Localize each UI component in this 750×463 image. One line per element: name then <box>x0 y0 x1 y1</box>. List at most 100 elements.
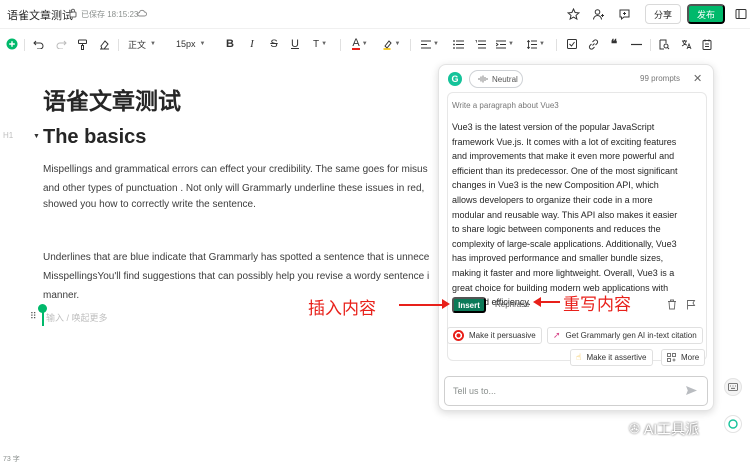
line-height-icon[interactable]: ▼ <box>525 36 547 52</box>
link-icon[interactable] <box>586 36 600 52</box>
sidebar-toggle-icon[interactable] <box>733 6 749 22</box>
paragraph-style-select[interactable]: 正文 ▼ <box>128 36 164 52</box>
make-assertive-chip[interactable]: ☝ Make it assertive <box>570 349 653 366</box>
drag-handle-icon[interactable]: ⠿ <box>30 311 37 322</box>
answer-line: has improved performance and smaller bun… <box>452 253 664 264</box>
indent-icon[interactable]: ▼ <box>494 36 516 52</box>
publish-button[interactable]: 发布 <box>687 4 725 24</box>
more-chip[interactable]: More <box>661 349 706 366</box>
prompt-input-box <box>444 376 708 406</box>
ordered-list-icon[interactable] <box>473 36 487 52</box>
chip-label: Get Grammarly gen AI in-text citation <box>565 331 697 340</box>
translate-icon[interactable] <box>679 36 693 52</box>
pointing-hand-icon: ☝ <box>576 352 582 362</box>
wechat-icon: ✇ <box>629 421 640 436</box>
keyboard-shortcut-icon[interactable] <box>724 378 742 396</box>
search-replace-icon[interactable] <box>657 36 671 52</box>
italic-icon[interactable]: I <box>245 36 259 52</box>
send-icon[interactable] <box>685 384 698 397</box>
toolbar-divider <box>556 39 557 51</box>
make-persuasive-chip[interactable]: Make it persuasive <box>447 327 542 344</box>
prompt-text: Write a paragraph about Vue3 <box>452 101 559 110</box>
document-settings-icon[interactable] <box>700 36 714 52</box>
answer-line: efficient than its predecessor. One of t… <box>452 165 678 176</box>
chip-label: More <box>681 353 700 362</box>
grammarly-float-icon[interactable] <box>724 415 742 433</box>
word-count: 73 字 <box>3 456 20 463</box>
answer-line: and improvements that make it even more … <box>452 151 675 162</box>
paragraph-1-line-3[interactable]: showed you how to correctly write the se… <box>43 195 256 215</box>
share-button[interactable]: 分享 <box>645 4 681 24</box>
clear-format-icon[interactable] <box>97 36 111 52</box>
answer-line: changes in Vue3 is the new Composition A… <box>452 180 659 191</box>
font-size-value: 15px <box>176 39 196 49</box>
format-painter-icon[interactable] <box>75 36 89 52</box>
answer-line: complexity of large-scale applications. … <box>452 238 677 249</box>
paragraph-2-line-2[interactable]: MisspellingsYou'll find suggestions that… <box>43 267 429 287</box>
prompts-remaining: 99 prompts <box>640 74 681 83</box>
insert-button[interactable]: Insert <box>452 297 486 313</box>
paragraph-2-line-1[interactable]: Underlines that are blue indicate that G… <box>43 248 429 268</box>
rephrase-arrow <box>540 301 560 303</box>
answer-line: modular and reusable way. This API also … <box>452 209 678 220</box>
soundwave-icon <box>478 75 488 83</box>
redo-icon[interactable] <box>54 36 68 52</box>
answer-line: to share logic between components and re… <box>452 224 661 235</box>
star-icon[interactable] <box>565 6 581 22</box>
rocket-icon: ➚ <box>553 330 561 340</box>
font-color-icon[interactable]: A ▼ <box>349 36 371 52</box>
chevron-down-icon: ▼ <box>199 41 206 47</box>
chip-label: Make it persuasive <box>469 331 536 340</box>
empty-block-placeholder[interactable]: 输入 / 唤起更多 <box>46 311 108 324</box>
strikethrough-icon[interactable]: S <box>267 36 281 52</box>
underline-icon[interactable]: U <box>288 36 302 52</box>
formatting-toolbar: 正文 ▼ 15px ▼ B I S U T ▼ A ▼ ▼ ▼ ▼ ▼ ❝ <box>0 33 750 55</box>
document-heading[interactable]: 语雀文章测试 <box>43 82 181 116</box>
tone-selector[interactable]: Neutral <box>469 70 523 88</box>
answer-line: making it faster and more lightweight. O… <box>452 267 675 278</box>
quote-icon[interactable]: ❝ <box>607 36 621 52</box>
divider-line-icon[interactable] <box>629 36 643 52</box>
watermark-text: AI工具派 <box>643 421 700 437</box>
bold-icon[interactable]: B <box>223 36 237 52</box>
close-icon[interactable]: ✕ <box>693 72 702 85</box>
bullet-list-icon[interactable] <box>451 36 465 52</box>
answer-line: allows developers to organize their code… <box>452 194 653 205</box>
grammarly-assistant-panel: G Neutral 99 prompts ✕ Write a paragraph… <box>438 64 714 411</box>
undo-icon[interactable] <box>31 36 45 52</box>
paragraph-1-line-1[interactable]: Mispellings and grammatical errors can e… <box>43 160 428 180</box>
rephrase-button[interactable]: Rephrase <box>495 300 530 309</box>
paragraph-2-line-3[interactable]: manner. <box>43 286 79 306</box>
add-collaborator-icon[interactable] <box>590 6 606 22</box>
rephrase-annotation: 重写内容 <box>563 295 631 315</box>
chevron-down-icon: ▼ <box>150 41 156 47</box>
toolbar-divider <box>340 39 341 51</box>
grammarly-logo-icon: G <box>448 72 462 86</box>
citation-chip[interactable]: ➚ Get Grammarly gen AI in-text citation <box>547 327 703 344</box>
flag-icon[interactable] <box>686 299 696 310</box>
align-icon[interactable]: ▼ <box>419 36 441 52</box>
more-text-format-icon[interactable]: T ▼ <box>310 36 330 52</box>
save-status: 已保存 18:15:23 <box>81 10 139 19</box>
comment-icon[interactable] <box>616 6 632 22</box>
document-title[interactable]: 语雀文章测试 <box>7 7 73 23</box>
section-heading[interactable]: The basics <box>43 126 146 149</box>
highlight-color-icon[interactable]: ▼ <box>380 36 402 52</box>
collapse-heading-icon[interactable]: ▼ <box>33 133 40 140</box>
prompt-input[interactable] <box>453 384 673 398</box>
watermark: ✇ AI工具派 <box>629 419 699 439</box>
toolbar-divider <box>650 39 651 51</box>
insert-plus-icon[interactable] <box>5 36 19 52</box>
task-checkbox-icon[interactable] <box>565 36 579 52</box>
insert-arrowhead-icon <box>442 299 450 309</box>
trash-icon[interactable] <box>667 299 677 310</box>
font-size-select[interactable]: 15px ▼ <box>176 36 214 52</box>
cloud-icon <box>137 9 147 17</box>
text-cursor <box>42 311 44 326</box>
lock-icon <box>69 8 77 18</box>
toolbar-divider <box>24 39 25 51</box>
top-bar: 语雀文章测试 已保存 18:15:23 分享 发布 <box>0 0 750 29</box>
toolbar-divider <box>410 39 411 51</box>
heading-level-marker: H1 <box>3 131 14 140</box>
chip-label: Make it assertive <box>586 353 647 362</box>
